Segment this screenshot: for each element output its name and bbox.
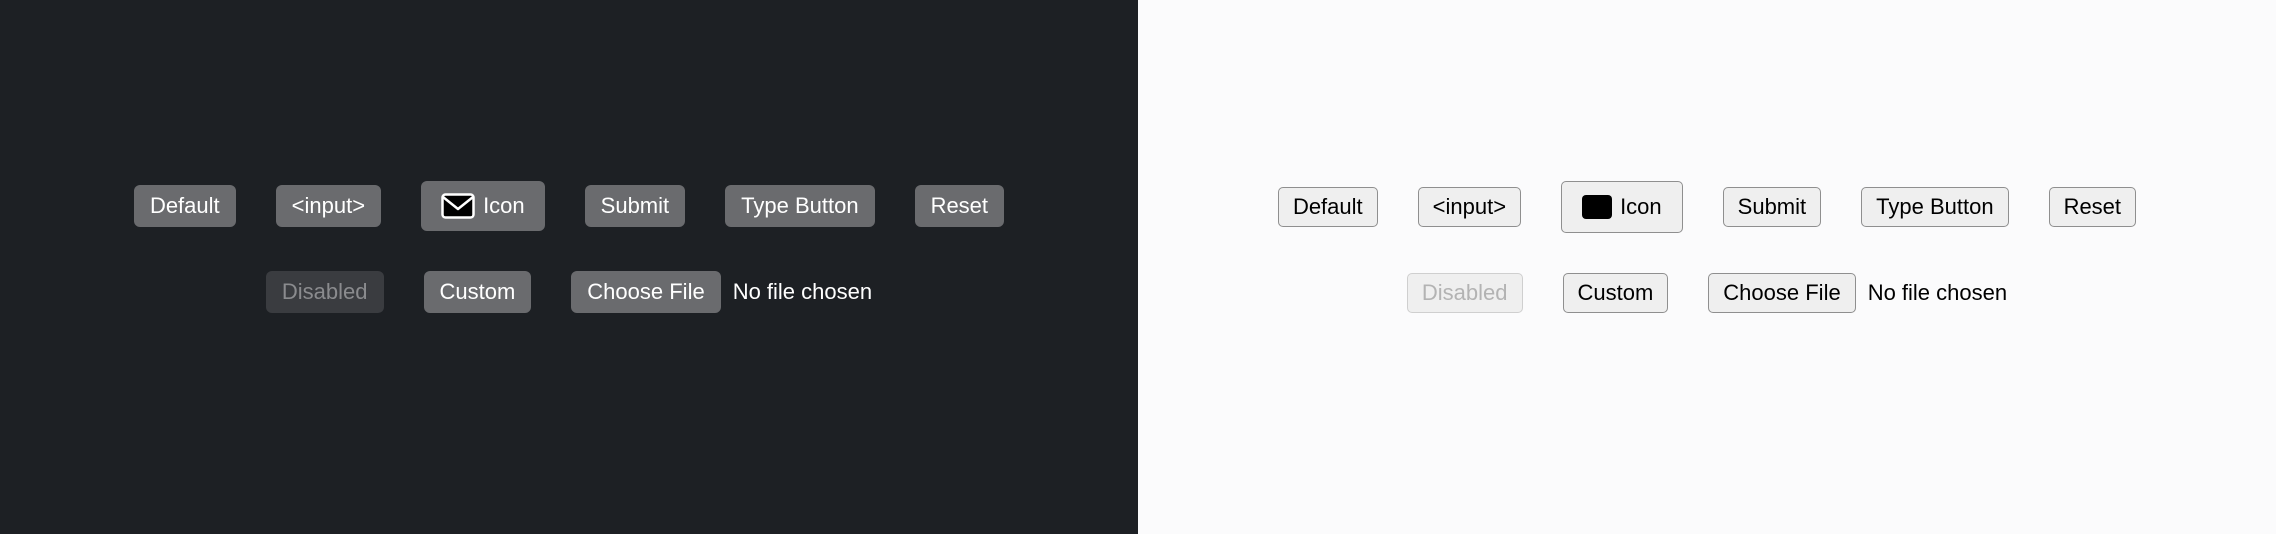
type-button[interactable]: Type Button: [1861, 187, 2008, 227]
submit-button[interactable]: Submit: [585, 185, 685, 227]
button-row-2: Disabled Custom Choose File No file chos…: [1407, 273, 2007, 313]
reset-button[interactable]: Reset: [915, 185, 1004, 227]
custom-button[interactable]: Custom: [1563, 273, 1669, 313]
envelope-icon: [441, 193, 475, 219]
light-theme-panel: Default <input> Icon Submit Type Button …: [1138, 0, 2276, 534]
default-button[interactable]: Default: [134, 185, 236, 227]
icon-button-label: Icon: [1620, 194, 1662, 220]
button-row-2: Disabled Custom Choose File No file chos…: [266, 271, 872, 313]
choose-file-button[interactable]: Choose File: [1708, 273, 1855, 313]
icon-button-label: Icon: [483, 193, 525, 219]
disabled-button: Disabled: [1407, 273, 1523, 313]
block-icon: [1582, 195, 1612, 219]
icon-button[interactable]: Icon: [421, 181, 545, 231]
button-row-1: Default <input> Icon Submit Type Button …: [134, 181, 1004, 231]
type-button[interactable]: Type Button: [725, 185, 874, 227]
file-status-text: No file chosen: [733, 279, 872, 305]
disabled-button: Disabled: [266, 271, 384, 313]
file-status-text: No file chosen: [1868, 280, 2007, 306]
input-button[interactable]: <input>: [276, 185, 381, 227]
choose-file-button[interactable]: Choose File: [571, 271, 720, 313]
submit-button[interactable]: Submit: [1723, 187, 1821, 227]
reset-button[interactable]: Reset: [2049, 187, 2136, 227]
dark-theme-panel: Default <input> Icon Submit Type Button …: [0, 0, 1138, 534]
input-button[interactable]: <input>: [1418, 187, 1521, 227]
custom-button[interactable]: Custom: [424, 271, 532, 313]
button-row-1: Default <input> Icon Submit Type Button …: [1278, 181, 2136, 233]
default-button[interactable]: Default: [1278, 187, 1378, 227]
icon-button[interactable]: Icon: [1561, 181, 1683, 233]
